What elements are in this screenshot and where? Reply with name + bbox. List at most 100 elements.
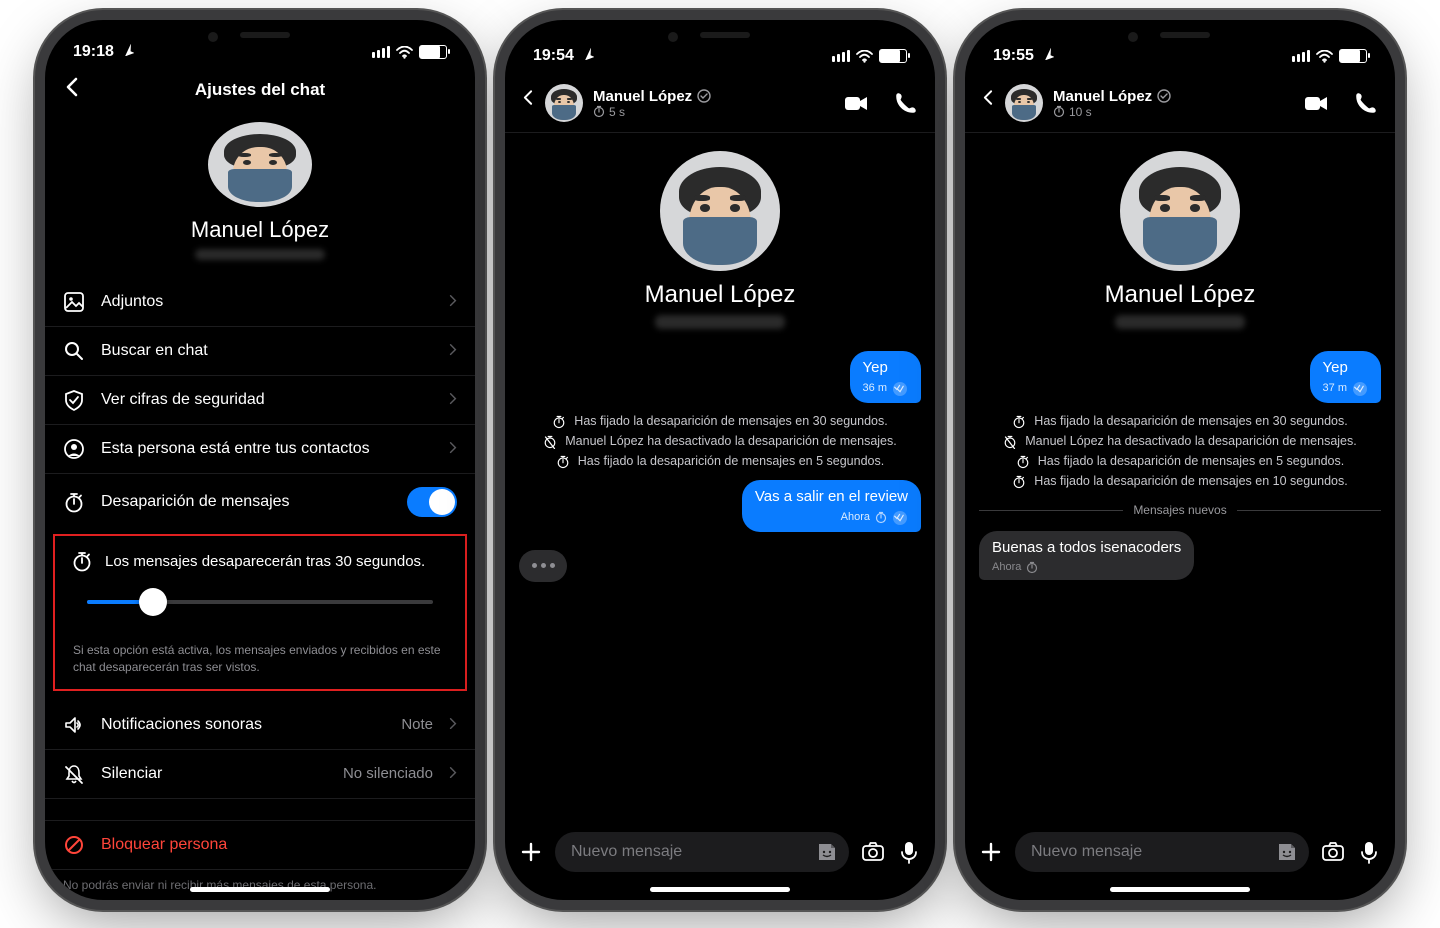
chat-center-name: Manuel López xyxy=(645,281,796,309)
person-icon xyxy=(63,438,85,460)
sticker-icon[interactable] xyxy=(1275,840,1299,864)
location-icon xyxy=(582,48,594,60)
system-line: Has fijado la desaparición de mensajes e… xyxy=(979,414,1381,429)
disappear-toggle[interactable] xyxy=(407,487,457,517)
message-input[interactable]: Nuevo mensaje xyxy=(1015,832,1309,872)
message-out[interactable]: Vas a salir en el review Ahora xyxy=(742,480,921,532)
row-in-contacts[interactable]: Esta persona está entre tus contactos xyxy=(45,425,475,474)
mic-button[interactable] xyxy=(1357,840,1381,864)
chevron-icon xyxy=(449,767,457,781)
message-time: Ahora xyxy=(841,511,870,525)
shield-icon xyxy=(63,389,85,411)
home-indicator[interactable] xyxy=(650,887,790,892)
location-icon xyxy=(1042,48,1054,60)
help-text: Si esta opción está activa, los mensajes… xyxy=(55,634,465,688)
system-text: Has fijado la desaparición de mensajes e… xyxy=(1034,414,1347,428)
system-text: Has fijado la desaparición de mensajes e… xyxy=(1034,474,1347,488)
sticker-icon[interactable] xyxy=(815,840,839,864)
phone-chat-10s: 19:55 Manuel López 10 s Manuel López xyxy=(965,20,1395,900)
double-check-icon xyxy=(892,510,908,526)
cellular-icon xyxy=(832,50,850,62)
wifi-icon xyxy=(856,50,873,62)
ban-icon xyxy=(63,834,85,856)
double-check-icon xyxy=(1352,381,1368,397)
timer-icon xyxy=(593,105,605,118)
chevron-icon xyxy=(449,718,457,732)
phone-chat-5s: 19:54 Manuel López 5 s Manuel López xyxy=(505,20,935,900)
back-button[interactable] xyxy=(521,89,535,117)
video-call-button[interactable] xyxy=(843,92,869,114)
avatar[interactable] xyxy=(545,84,583,122)
message-text: Vas a salir en el review xyxy=(755,488,908,507)
timer-icon xyxy=(552,414,566,429)
attach-button[interactable] xyxy=(979,840,1003,864)
row-value: No silenciado xyxy=(343,765,433,782)
status-time: 19:55 xyxy=(993,47,1034,64)
voice-call-button[interactable] xyxy=(1353,92,1379,114)
block-note: No podrás enviar ni recibir más mensajes… xyxy=(45,870,475,900)
message-time: 37 m xyxy=(1323,382,1347,396)
status-time: 19:18 xyxy=(73,43,114,60)
notch xyxy=(160,20,360,50)
search-icon xyxy=(63,340,85,362)
row-label: Bloquear persona xyxy=(101,836,457,854)
wifi-icon xyxy=(396,46,413,58)
highlight-box: Los mensajes desaparecerán tras 30 segun… xyxy=(53,534,467,690)
system-text: Manuel López ha desactivado la desaparic… xyxy=(565,434,896,448)
message-time: Ahora xyxy=(992,561,1021,575)
chat-title-tap[interactable]: Manuel López 5 s xyxy=(593,88,833,119)
row-sound[interactable]: Notificaciones sonoras Note xyxy=(45,701,475,750)
image-icon xyxy=(63,291,85,313)
row-label: Ver cifras de seguridad xyxy=(101,391,433,409)
input-placeholder: Nuevo mensaje xyxy=(571,843,682,861)
divider-label: Mensajes nuevos xyxy=(1133,503,1226,517)
message-text: Yep xyxy=(1323,359,1368,378)
row-mute[interactable]: Silenciar No silenciado xyxy=(45,750,475,799)
row-label: Notificaciones sonoras xyxy=(101,716,385,734)
row-value: Note xyxy=(401,716,433,733)
chevron-icon xyxy=(449,393,457,407)
avatar xyxy=(660,151,780,271)
chat-title-tap[interactable]: Manuel López 10 s xyxy=(1053,88,1293,119)
chevron-icon xyxy=(449,442,457,456)
message-out[interactable]: Yep 37 m xyxy=(1310,351,1381,403)
camera-button[interactable] xyxy=(861,840,885,864)
message-in[interactable]: Buenas a todos isenacoders Ahora xyxy=(979,531,1194,581)
camera-button[interactable] xyxy=(1321,840,1345,864)
row-block[interactable]: Bloquear persona xyxy=(45,820,475,870)
home-indicator[interactable] xyxy=(1110,887,1250,892)
message-input[interactable]: Nuevo mensaje xyxy=(555,832,849,872)
row-label: Adjuntos xyxy=(101,293,433,311)
disappear-duration-label: Los mensajes desaparecerán tras 30 segun… xyxy=(105,553,425,570)
row-search[interactable]: Buscar en chat xyxy=(45,327,475,376)
video-call-button[interactable] xyxy=(1303,92,1329,114)
chat-body[interactable]: Manuel López Yep 37 m Has fijado la desa… xyxy=(965,133,1395,822)
mic-button[interactable] xyxy=(897,840,921,864)
avatar[interactable] xyxy=(208,122,312,207)
phone-settings: 19:18 Ajustes del chat Manuel López Adju… xyxy=(45,20,475,900)
row-attachments[interactable]: Adjuntos xyxy=(45,278,475,327)
back-button[interactable] xyxy=(981,89,995,117)
notch xyxy=(620,20,820,50)
system-line: Has fijado la desaparición de mensajes e… xyxy=(519,414,921,429)
verified-icon xyxy=(1157,89,1171,103)
system-text: Has fijado la desaparición de mensajes e… xyxy=(578,454,884,468)
timer-icon xyxy=(63,491,85,513)
row-label: Buscar en chat xyxy=(101,342,433,360)
cellular-icon xyxy=(1292,50,1310,62)
home-indicator[interactable] xyxy=(190,887,330,892)
timer-off-icon xyxy=(543,434,557,449)
chat-sub: 5 s xyxy=(609,105,625,119)
row-safety[interactable]: Ver cifras de seguridad xyxy=(45,376,475,425)
profile-name: Manuel López xyxy=(45,217,475,243)
avatar[interactable] xyxy=(1005,84,1043,122)
attach-button[interactable] xyxy=(519,840,543,864)
voice-call-button[interactable] xyxy=(893,92,919,114)
nav-title: Ajustes del chat xyxy=(45,80,475,100)
chat-header: Manuel López 10 s xyxy=(965,78,1395,133)
message-out[interactable]: Yep 36 m xyxy=(850,351,921,403)
chat-body[interactable]: Manuel López Yep 36 m Has fijado la desa… xyxy=(505,133,935,822)
duration-slider[interactable] xyxy=(87,588,433,616)
timer-icon xyxy=(1016,454,1030,469)
row-disappear-toggle: Desaparición de mensajes xyxy=(45,474,475,530)
